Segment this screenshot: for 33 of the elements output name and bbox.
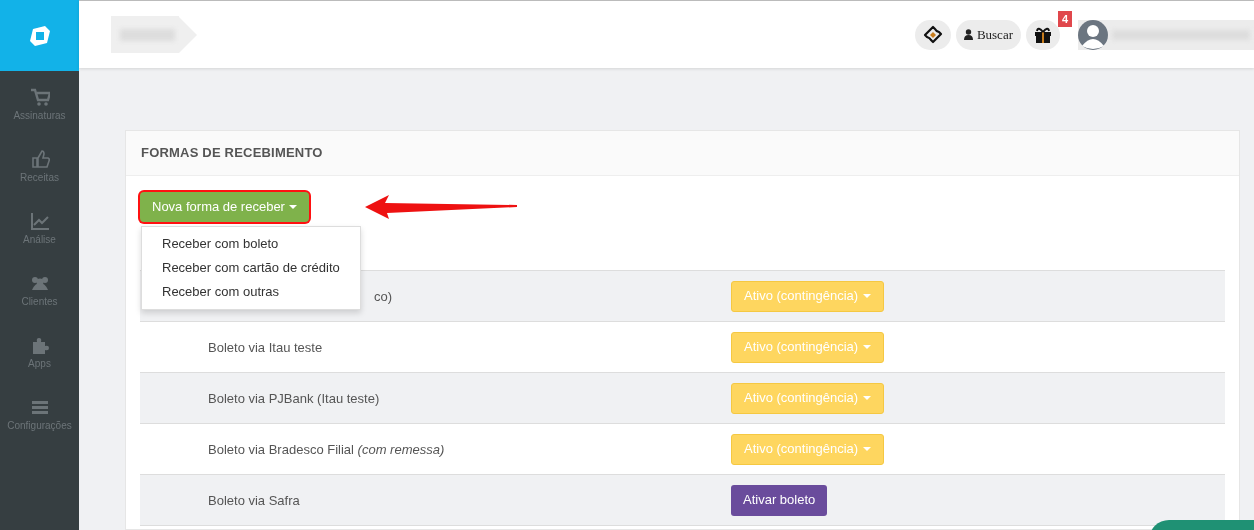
new-payment-method-button[interactable]: Nova forma de receber	[140, 192, 309, 222]
chart-icon	[29, 211, 50, 231]
notification-badge: 4	[1057, 10, 1072, 27]
menu-item[interactable]: Receber com cartão de crédito	[142, 256, 360, 280]
menu-item[interactable]: Receber com boleto	[142, 232, 360, 256]
method-name: Boleto via Safra	[208, 493, 300, 508]
caret-icon	[863, 396, 872, 400]
status-dropdown[interactable]: Ativo (contingência)	[731, 382, 885, 414]
menu-item[interactable]: Receber com outras	[142, 280, 360, 304]
user-menu[interactable]	[1078, 19, 1254, 50]
status-dropdown[interactable]: Ativo (contingência)	[731, 331, 885, 363]
logo-icon[interactable]	[27, 23, 52, 48]
ticket-icon	[922, 24, 943, 45]
method-name: co)	[374, 289, 393, 304]
caret-icon	[863, 447, 872, 451]
avatar-icon	[1078, 19, 1108, 50]
ticket-button[interactable]	[914, 19, 951, 50]
thumbs-up-icon	[29, 149, 50, 169]
user-icon	[963, 29, 973, 40]
panel-title: FORMAS DE RECEBIMENTO	[141, 144, 323, 163]
gift-icon	[1034, 25, 1052, 44]
status-dropdown[interactable]: Ativo (contingência)	[731, 280, 885, 312]
caret-icon	[288, 205, 297, 209]
method-name: Boleto via Bradesco Filial (com remessa)	[208, 442, 445, 457]
caret-icon	[863, 294, 872, 298]
caret-icon	[863, 345, 872, 349]
cart-icon	[29, 87, 50, 107]
method-name: Boleto via PJBank (Itau teste)	[208, 391, 380, 406]
status-dropdown[interactable]: Ativo (contingência)	[731, 433, 885, 465]
search-button[interactable]: Buscar	[955, 19, 1021, 50]
activate-button[interactable]: Ativar boleto	[731, 484, 828, 516]
method-name: Boleto via Itau teste	[208, 340, 323, 355]
gift-button[interactable]	[1026, 19, 1060, 50]
